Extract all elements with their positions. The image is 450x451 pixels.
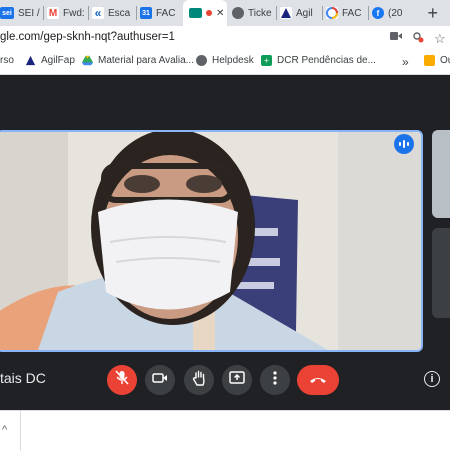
bookmark-material[interactable]: Material para Avalia... — [82, 55, 194, 66]
bookmark-folder[interactable]: Ou — [424, 55, 450, 66]
tab-escala[interactable]: « Esca — [92, 2, 134, 24]
tab-meet-active[interactable]: ✕ — [183, 0, 227, 26]
more-options-button[interactable] — [260, 365, 290, 395]
tab-facebook[interactable]: f (20 — [372, 2, 410, 24]
camera-toggle-button[interactable] — [145, 365, 175, 395]
more-vert-icon — [273, 370, 277, 390]
tab-close-icon[interactable]: ✕ — [216, 8, 224, 19]
agil-icon — [280, 7, 292, 19]
bookmark-helpdesk[interactable]: Helpdesk — [196, 55, 254, 66]
participant-name: tais DC — [0, 370, 46, 386]
mic-off-icon — [115, 369, 129, 391]
meet-icon — [189, 8, 202, 18]
recording-dot-icon — [206, 10, 212, 16]
tab-label: Ticke — [248, 7, 272, 19]
blocked-permission-icon[interactable] — [412, 31, 424, 46]
drive-icon — [326, 7, 338, 19]
present-icon — [229, 371, 245, 389]
downloads-bar: ^ — [0, 410, 450, 451]
tab-label: Fwd: — [63, 7, 85, 19]
participant-video-tile[interactable] — [0, 130, 423, 352]
folder-icon — [424, 55, 435, 66]
tab-gmail[interactable]: M Fwd: — [47, 2, 87, 24]
agil-icon — [25, 55, 36, 66]
bookmark-star-icon[interactable]: ☆ — [434, 31, 446, 47]
participant-video-feed — [0, 132, 421, 350]
address-bar: gle.com/gep-sknh-nqt?authuser=1 ☆ — [0, 26, 450, 50]
tab-label: (20 — [388, 7, 403, 19]
gmail-icon: M — [47, 7, 59, 19]
tab-label: SEI / — [18, 7, 40, 19]
tab-ticket[interactable]: Ticke — [232, 2, 274, 24]
end-call-button[interactable] — [297, 365, 339, 395]
bookmarks-bar: rso AgilFap Material para Avalia... Help… — [0, 50, 450, 75]
side-participant-tile[interactable] — [432, 130, 450, 218]
sheets-icon: + — [261, 55, 272, 66]
bookmark-dcr[interactable]: + DCR Pendências de... — [261, 55, 376, 66]
bookmarks-overflow-button[interactable]: » — [402, 55, 409, 69]
mic-toggle-button[interactable] — [107, 365, 137, 395]
tab-sei[interactable]: sei SEI / — [0, 2, 44, 24]
bookmark-agilfap[interactable]: AgilFap — [25, 55, 75, 66]
new-tab-button[interactable]: + — [427, 3, 438, 24]
sei-icon: sei — [0, 7, 14, 19]
tab-calendar[interactable]: 31 FAC — [140, 2, 180, 24]
bookmark-item[interactable]: rso — [0, 55, 14, 66]
phone-hangup-icon — [309, 371, 327, 389]
facebook-icon: f — [372, 7, 384, 19]
camera-icon — [152, 371, 168, 389]
tab-drive[interactable]: FAC — [326, 2, 366, 24]
tab-agil[interactable]: Agil — [280, 2, 320, 24]
meeting-info-icon[interactable]: i — [424, 371, 440, 387]
tab-label: FAC — [156, 7, 176, 19]
tab-label: FAC — [342, 7, 362, 19]
hand-icon — [192, 370, 206, 391]
globe-icon — [196, 55, 207, 66]
globe-icon — [232, 7, 244, 19]
present-screen-button[interactable] — [222, 365, 252, 395]
tab-label: Esca — [108, 7, 131, 19]
drive-icon — [82, 55, 93, 66]
side-participant-tile-empty[interactable] — [432, 228, 450, 318]
raise-hand-button[interactable] — [184, 365, 214, 395]
tab-label: Agil — [296, 7, 313, 19]
url-text[interactable]: gle.com/gep-sknh-nqt?authuser=1 — [0, 31, 175, 43]
browser-tab-strip: sei SEI / M Fwd: « Esca 31 FAC ✕ Ticke A… — [0, 0, 450, 26]
double-arrow-icon: « — [92, 6, 104, 20]
speaking-indicator-icon — [394, 134, 414, 154]
calendar-icon: 31 — [140, 7, 152, 19]
chevron-up-icon[interactable]: ^ — [2, 424, 7, 436]
camera-indicator-icon[interactable] — [390, 31, 402, 44]
